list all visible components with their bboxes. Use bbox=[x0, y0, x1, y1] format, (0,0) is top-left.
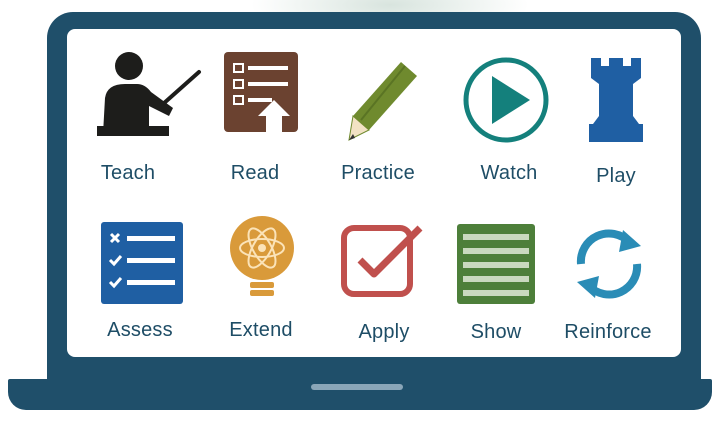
lightbulb-atom-icon bbox=[230, 216, 294, 296]
tile-read[interactable]: Read bbox=[200, 44, 310, 194]
tile-label: Watch bbox=[480, 162, 538, 184]
tile-reinforce[interactable]: Reinforce bbox=[555, 210, 665, 350]
tile-label: Practice bbox=[341, 162, 415, 184]
tile-label: Apply bbox=[358, 321, 410, 343]
tile-play[interactable]: Play bbox=[561, 44, 671, 194]
tile-show[interactable]: Show bbox=[441, 210, 551, 350]
pencil-icon bbox=[348, 62, 417, 141]
tile-practice[interactable]: Practice bbox=[323, 44, 433, 194]
tile-extend[interactable]: Extend bbox=[206, 210, 316, 350]
teacher-icon bbox=[97, 52, 201, 136]
play-icon bbox=[463, 57, 549, 143]
tile-label: Read bbox=[230, 162, 280, 184]
tile-label: Teach bbox=[100, 162, 156, 184]
reading-list-icon bbox=[224, 52, 298, 132]
document-lines-icon bbox=[457, 224, 535, 304]
tile-apply[interactable]: Apply bbox=[328, 210, 438, 350]
tile-label: Extend bbox=[229, 319, 293, 341]
checklist-icon bbox=[101, 222, 183, 304]
tile-label: Play bbox=[596, 165, 636, 187]
tile-assess[interactable]: Assess bbox=[85, 210, 195, 350]
checkbox-icon bbox=[341, 225, 423, 297]
tile-watch[interactable]: Watch bbox=[452, 44, 562, 194]
laptop-notch bbox=[311, 384, 403, 390]
tile-label: Reinforce bbox=[564, 321, 652, 343]
chess-rook-icon bbox=[589, 58, 643, 142]
tile-teach[interactable]: Teach bbox=[75, 44, 201, 194]
tile-label: Assess bbox=[107, 319, 173, 341]
tile-label: Show bbox=[470, 321, 522, 343]
refresh-icon bbox=[576, 229, 642, 299]
